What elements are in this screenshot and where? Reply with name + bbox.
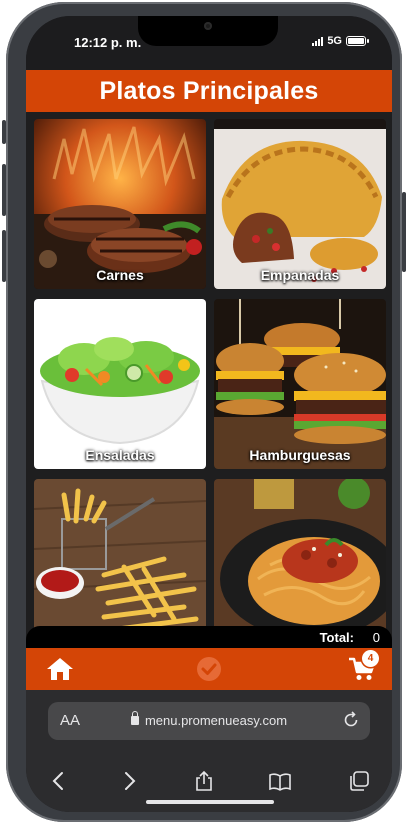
category-label: Carnes [96, 267, 144, 283]
home-indicator [146, 800, 274, 804]
category-tile-carnes[interactable]: Carnes [34, 119, 206, 289]
category-tile-empanadas[interactable]: Empanadas [214, 119, 386, 289]
browser-toolbar: AA menu.promenueasy.com [26, 690, 392, 812]
pasta-image [214, 479, 386, 645]
app-header: Platos Principales [26, 70, 392, 112]
category-tile-pasta[interactable] [214, 479, 386, 645]
fries-image [34, 479, 206, 645]
category-label: Ensaladas [85, 447, 155, 463]
phone-frame: 12:12 p. m. 5G Platos Principales Carnes… [2, 2, 406, 822]
screen: 12:12 p. m. 5G Platos Principales Carnes… [26, 16, 392, 812]
forward-icon[interactable] [118, 770, 140, 792]
lock-icon [130, 711, 139, 725]
reload-icon[interactable] [342, 711, 360, 729]
share-icon[interactable] [193, 770, 215, 792]
category-tile-ensaladas[interactable]: Ensaladas [34, 299, 206, 469]
total-label: Total: [319, 630, 354, 645]
total-bar: Total: 0 [26, 626, 392, 648]
category-grid: Carnes Empanadas Ensaladas Hamburguesas [26, 112, 392, 645]
back-icon[interactable] [48, 770, 70, 792]
category-tile-fries[interactable] [34, 479, 206, 645]
signal-icon [312, 36, 324, 46]
status-icons: 5G [312, 35, 369, 47]
check-circle-icon[interactable] [196, 656, 222, 682]
volume-down-button [2, 230, 6, 282]
total-value: 0 [372, 630, 380, 645]
tabs-icon[interactable] [348, 770, 370, 792]
power-button [402, 192, 406, 272]
mute-switch [2, 120, 6, 144]
category-tile-hamburguesas[interactable]: Hamburguesas [214, 299, 386, 469]
network-label: 5G [327, 35, 342, 47]
volume-up-button [2, 164, 6, 216]
home-icon[interactable] [46, 656, 74, 682]
category-label: Hamburguesas [249, 447, 351, 463]
category-label: Empanadas [260, 267, 340, 283]
notch [138, 16, 278, 46]
hamburguesas-image [214, 299, 386, 469]
url-display[interactable]: menu.promenueasy.com [48, 711, 370, 728]
camera [204, 22, 212, 30]
empanadas-image [214, 119, 386, 289]
bottom-nav: 4 [26, 648, 392, 690]
carnes-image [34, 119, 206, 289]
bookmarks-icon[interactable] [269, 770, 291, 792]
page-title: Platos Principales [99, 76, 319, 105]
status-time: 12:12 p. m. [74, 35, 142, 50]
cart-count-badge: 4 [362, 650, 379, 667]
status-bar: 12:12 p. m. 5G [26, 16, 392, 70]
url-text: menu.promenueasy.com [144, 713, 288, 728]
address-bar[interactable]: AA menu.promenueasy.com [48, 702, 370, 740]
battery-icon [346, 36, 369, 46]
ensaladas-image [34, 299, 206, 469]
